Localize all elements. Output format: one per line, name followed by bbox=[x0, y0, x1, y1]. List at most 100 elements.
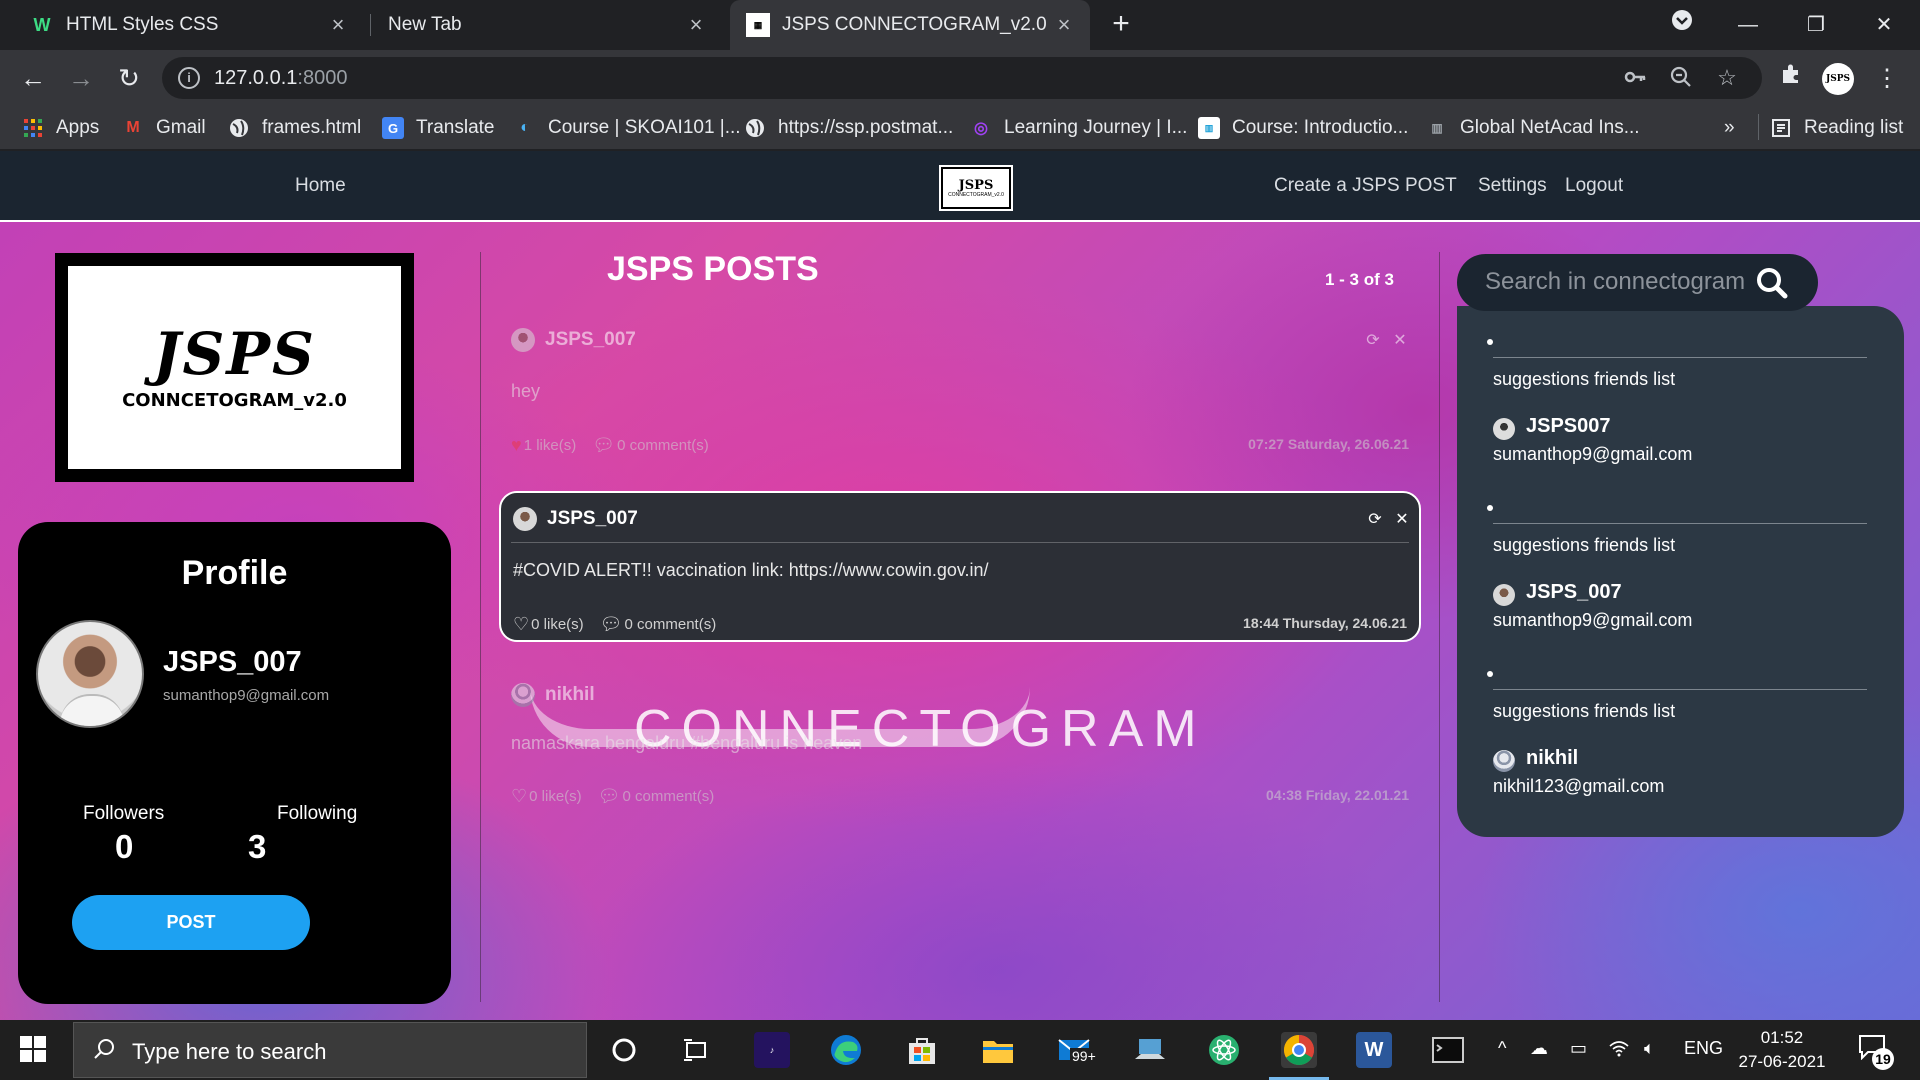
notification-center-icon[interactable]: 19 bbox=[1858, 1034, 1894, 1070]
following-count[interactable]: 3 bbox=[248, 828, 266, 866]
heart-icon[interactable]: ♡ bbox=[511, 786, 527, 807]
post-body: #COVID ALERT!! vaccination link: https:/… bbox=[513, 560, 989, 580]
refresh-icon[interactable]: ⟳ bbox=[1363, 330, 1383, 350]
avatar[interactable] bbox=[36, 620, 144, 728]
bookmark-star-icon[interactable]: ☆ bbox=[1714, 65, 1740, 91]
comment-icon[interactable]: 💬︎ bbox=[592, 435, 615, 456]
profile-avatar[interactable]: JSPS bbox=[1822, 63, 1854, 95]
suggestion-name[interactable]: JSPS_007 bbox=[1526, 581, 1622, 604]
address-bar[interactable]: i 127.0.0.1:8000 ☆ bbox=[162, 57, 1762, 99]
terminal-icon[interactable] bbox=[1430, 1032, 1466, 1068]
extensions-icon[interactable] bbox=[1774, 62, 1808, 96]
volume-icon[interactable]: 🔈︎ bbox=[1644, 1038, 1655, 1059]
reading-list-button[interactable]: Reading list bbox=[1770, 114, 1903, 142]
comment-count: 0 comment(s) bbox=[617, 437, 709, 454]
forward-button[interactable]: → bbox=[64, 62, 98, 96]
new-tab-button[interactable]: + bbox=[1106, 9, 1136, 40]
close-icon[interactable]: ✕ bbox=[1390, 330, 1410, 350]
comment-icon[interactable]: 💬︎ bbox=[600, 614, 623, 635]
onedrive-icon[interactable]: ☁ bbox=[1530, 1038, 1548, 1059]
zoom-icon[interactable] bbox=[1668, 65, 1694, 91]
battery-icon[interactable]: ▭ bbox=[1570, 1038, 1587, 1059]
close-window-button[interactable]: ✕ bbox=[1866, 8, 1902, 42]
like-count: 1 like(s) bbox=[523, 437, 577, 454]
heart-icon[interactable]: ♥ bbox=[511, 435, 522, 456]
post-timestamp: 04:38 Friday, 22.01.21 bbox=[1266, 787, 1409, 803]
bookmark-frames[interactable]: frames.html bbox=[228, 114, 361, 142]
post-username[interactable]: nikhil bbox=[545, 684, 595, 706]
edge-icon[interactable] bbox=[828, 1032, 864, 1068]
close-icon[interactable]: ✕ bbox=[1392, 509, 1412, 529]
bookmarks-overflow[interactable]: » bbox=[1724, 114, 1735, 142]
minimize-button[interactable]: — bbox=[1730, 8, 1766, 42]
tab-new-tab[interactable]: New Tab × bbox=[372, 0, 722, 50]
nav-home[interactable]: Home bbox=[295, 175, 346, 197]
word-icon[interactable]: W bbox=[1356, 1032, 1392, 1068]
bookmark-learning-journey[interactable]: ◎ Learning Journey | I... bbox=[970, 114, 1187, 142]
file-explorer-icon[interactable] bbox=[980, 1032, 1016, 1068]
laptop-icon[interactable] bbox=[1132, 1032, 1168, 1068]
avatar[interactable] bbox=[511, 328, 535, 352]
key-icon[interactable] bbox=[1622, 65, 1648, 91]
chevron-up-icon[interactable]: ^ bbox=[1498, 1038, 1506, 1059]
post-button[interactable]: POST bbox=[72, 895, 310, 950]
post-card[interactable]: JSPS_007 ⟳ ✕ #COVID ALERT!! vaccination … bbox=[499, 491, 1421, 642]
avatar[interactable] bbox=[1493, 584, 1515, 606]
avatar[interactable] bbox=[1493, 750, 1515, 772]
nav-create-post[interactable]: Create a JSPS POST bbox=[1274, 175, 1457, 197]
avatar[interactable] bbox=[1493, 418, 1515, 440]
search-input[interactable] bbox=[1485, 266, 1755, 298]
nav-logout[interactable]: Logout bbox=[1565, 175, 1623, 197]
post-timestamp: 07:27 Saturday, 26.06.21 bbox=[1248, 436, 1409, 452]
atom-icon[interactable] bbox=[1206, 1032, 1242, 1068]
comment-count: 0 comment(s) bbox=[622, 788, 715, 805]
bookmark-netacad[interactable]: ▥ Global NetAcad Ins... bbox=[1426, 114, 1639, 142]
nav-settings[interactable]: Settings bbox=[1478, 175, 1547, 197]
avatar[interactable] bbox=[511, 683, 535, 707]
post-username[interactable]: JSPS_007 bbox=[547, 508, 638, 530]
suggestion-name[interactable]: nikhil bbox=[1526, 747, 1578, 770]
site-info-icon[interactable]: i bbox=[178, 67, 200, 89]
bookmark-label: frames.html bbox=[262, 117, 362, 138]
taskbar-search[interactable]: Type here to search bbox=[73, 1022, 587, 1078]
tab-search-icon[interactable] bbox=[1664, 8, 1700, 42]
post-card[interactable]: JSPS_007 ⟳ ✕ hey ♥ 1 like(s) 💬︎ 0 commen… bbox=[499, 314, 1421, 465]
amazon-music-icon[interactable]: ♪ bbox=[754, 1032, 790, 1068]
bookmark-course-intro[interactable]: ▥ Course: Introductio... bbox=[1198, 114, 1408, 142]
post-card[interactable]: nikhil namaskara bengaluru #bengaluru is… bbox=[499, 669, 1421, 820]
post-username[interactable]: JSPS_007 bbox=[545, 329, 636, 351]
language-indicator[interactable]: ENG bbox=[1684, 1038, 1723, 1059]
suggestion-email: sumanthop9@gmail.com bbox=[1493, 444, 1693, 464]
clock[interactable]: 01:52 27-06-2021 bbox=[1736, 1026, 1828, 1074]
tab-strip: W HTML Styles CSS × New Tab × ▦ JSPS CON… bbox=[0, 0, 1920, 50]
cortana-icon[interactable] bbox=[606, 1032, 642, 1068]
bookmark-gmail[interactable]: M Gmail bbox=[122, 114, 205, 142]
site-logo[interactable]: JSPS CONNECTOGRAM_v2.0 bbox=[941, 167, 1011, 209]
store-icon[interactable] bbox=[904, 1032, 940, 1068]
bookmark-course-skoai[interactable]: ◐ Course | SKOAI101 |... bbox=[514, 114, 740, 142]
tab-connectogram[interactable]: ▦ JSPS CONNECTOGRAM_v2.0 × bbox=[730, 0, 1090, 50]
avatar[interactable] bbox=[513, 507, 537, 531]
reload-button[interactable]: ↻ bbox=[112, 62, 146, 96]
windows-start-icon[interactable] bbox=[20, 1036, 46, 1062]
close-icon[interactable]: × bbox=[684, 13, 708, 37]
search-icon[interactable] bbox=[1755, 266, 1789, 300]
suggestion-name[interactable]: JSPS007 bbox=[1526, 415, 1611, 438]
back-button[interactable]: ← bbox=[16, 62, 50, 96]
bookmark-apps[interactable]: Apps bbox=[22, 114, 99, 142]
comment-icon[interactable]: 💬︎ bbox=[598, 786, 621, 807]
wifi-icon[interactable] bbox=[1608, 1038, 1630, 1063]
bookmark-ssp[interactable]: https://ssp.postmat... bbox=[744, 114, 953, 142]
mail-icon[interactable]: 99+ bbox=[1056, 1032, 1098, 1068]
bookmark-translate[interactable]: G Translate bbox=[382, 114, 495, 142]
heart-icon[interactable]: ♡ bbox=[513, 614, 529, 635]
close-icon[interactable]: × bbox=[326, 13, 350, 37]
tab-html-styles[interactable]: W HTML Styles CSS × bbox=[14, 0, 364, 50]
followers-count[interactable]: 0 bbox=[115, 828, 133, 866]
restore-button[interactable]: ❐ bbox=[1798, 8, 1834, 42]
refresh-icon[interactable]: ⟳ bbox=[1365, 509, 1385, 529]
task-view-icon[interactable] bbox=[678, 1032, 714, 1068]
chrome-icon[interactable] bbox=[1269, 1032, 1329, 1080]
menu-kebab-icon[interactable]: ⋮ bbox=[1870, 62, 1904, 96]
close-icon[interactable]: × bbox=[1052, 13, 1076, 37]
